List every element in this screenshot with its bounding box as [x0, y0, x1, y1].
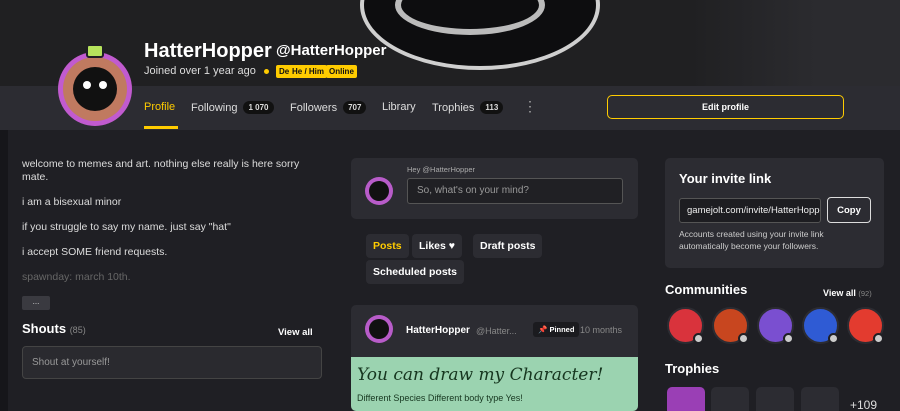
joined-text: Joined over 1 year ago: [144, 65, 256, 77]
invite-link-field[interactable]: gamejolt.com/invite/HatterHopper: [679, 198, 821, 223]
heart-icon: ♥: [448, 240, 456, 252]
post-composer: Hey @HatterHopper So, what's on your min…: [351, 158, 638, 219]
avatar-face: [73, 67, 117, 111]
pin-icon: 📌: [538, 325, 548, 334]
tab-likes[interactable]: Likes ♥: [412, 234, 463, 258]
invite-title: Your invite link: [679, 171, 772, 186]
post-avatar[interactable]: [365, 315, 393, 343]
shouts-title: Shouts (85): [22, 321, 86, 336]
bio-expand-button[interactable]: ...: [22, 296, 50, 310]
bio-line: welcome to memes and art. nothing else r…: [22, 158, 300, 183]
drawing-subline: Different Species Different body type Ye…: [357, 393, 523, 403]
shouts-count: (85): [69, 325, 86, 335]
composer-input[interactable]: So, what's on your mind?: [407, 178, 623, 204]
tab-library-label: Library: [382, 101, 416, 113]
trophies-count: 113: [480, 101, 504, 114]
trophy-icon[interactable]: [756, 387, 794, 411]
verified-icon: [828, 333, 839, 344]
verified-icon: [783, 333, 794, 344]
shout-input[interactable]: Shout at yourself!: [22, 346, 322, 379]
following-count: 1 070: [243, 101, 274, 114]
bio-line: i am a bisexual minor: [22, 196, 122, 208]
post-time: 10 months: [580, 325, 623, 335]
community-icon[interactable]: [712, 307, 749, 344]
verified-icon: [873, 333, 884, 344]
copy-button[interactable]: Copy: [827, 197, 871, 223]
followers-count: 707: [343, 101, 367, 114]
banner-shade: [690, 0, 900, 86]
invite-note: Accounts created using your invite link …: [679, 229, 824, 251]
avatar[interactable]: [58, 52, 132, 126]
pronoun-tag: He / Him: [289, 65, 328, 78]
trophy-icon[interactable]: [711, 387, 749, 411]
trophy-icon[interactable]: [667, 387, 705, 411]
post-handle: @Hatter...: [476, 326, 517, 336]
trophy-icon[interactable]: [801, 387, 839, 411]
communities-title: Communities: [665, 282, 748, 297]
tab-library[interactable]: Library: [382, 101, 416, 113]
avatar-inner: [63, 57, 127, 121]
tab-likes-label: Likes: [419, 240, 446, 252]
shouts-title-text: Shouts: [22, 321, 67, 336]
verified-icon: [693, 333, 704, 344]
view-all-shouts-link[interactable]: View all: [278, 327, 313, 338]
tab-scheduled-posts[interactable]: Scheduled posts: [366, 260, 465, 284]
username: HatterHopper: [144, 40, 272, 62]
communities-count: (92): [858, 289, 872, 298]
verified-icon: [738, 333, 749, 344]
online-tag: Online: [326, 65, 357, 78]
left-edge-strip: [0, 130, 8, 411]
pinned-label: Pinned: [549, 325, 575, 334]
tab-followers-label: Followers: [290, 101, 338, 114]
community-icon[interactable]: [847, 307, 884, 344]
pinned-badge: 📌 Pinned: [533, 322, 580, 337]
community-icon[interactable]: [667, 307, 704, 344]
bio-line: if you struggle to say my name. just say…: [22, 221, 231, 233]
tab-following-label: Following: [191, 101, 238, 114]
tab-followers[interactable]: Followers 707: [290, 101, 367, 114]
more-options-icon[interactable]: ⋮: [523, 98, 537, 115]
bio-line: spawnday: march 10th.: [22, 271, 131, 283]
composer-greeting: Hey @HatterHopper: [407, 165, 476, 174]
bio: welcome to memes and art. nothing else r…: [22, 158, 322, 296]
separator-dot: [264, 69, 269, 74]
community-icon[interactable]: [802, 307, 839, 344]
tab-draft-posts[interactable]: Draft posts: [473, 234, 543, 258]
community-icon[interactable]: [757, 307, 794, 344]
post-image[interactable]: You can draw my Character! Different Spe…: [351, 357, 638, 411]
bio-line: i accept SOME friend requests.: [22, 246, 168, 258]
tab-profile-label: Profile: [144, 101, 176, 113]
edit-profile-button[interactable]: Edit profile: [607, 95, 844, 119]
post-username[interactable]: HatterHopper: [406, 325, 470, 336]
trophies-more-count[interactable]: +109: [850, 398, 877, 411]
invite-card: Your invite link gamejolt.com/invite/Hat…: [665, 158, 884, 268]
composer-avatar: [365, 177, 393, 205]
profile-banner: [0, 0, 900, 86]
tab-following[interactable]: Following 1 070: [191, 101, 274, 114]
avatar-badge-icon: [86, 44, 104, 58]
tab-profile[interactable]: Profile: [144, 101, 175, 113]
tab-posts[interactable]: Posts: [366, 234, 409, 258]
trophies-title: Trophies: [665, 361, 720, 376]
view-all-communities-label: View all: [823, 288, 856, 298]
post-card[interactable]: HatterHopper @Hatter... 📌 Pinned 10 mont…: [351, 305, 638, 411]
user-handle: @HatterHopper: [276, 42, 387, 59]
view-all-communities-link[interactable]: View all (92): [823, 288, 872, 298]
drawing-headline: You can draw my Character!: [357, 365, 604, 385]
active-tab-underline: [144, 126, 178, 129]
tab-trophies-label: Trophies: [432, 101, 475, 114]
tab-trophies[interactable]: Trophies 113: [432, 101, 504, 114]
